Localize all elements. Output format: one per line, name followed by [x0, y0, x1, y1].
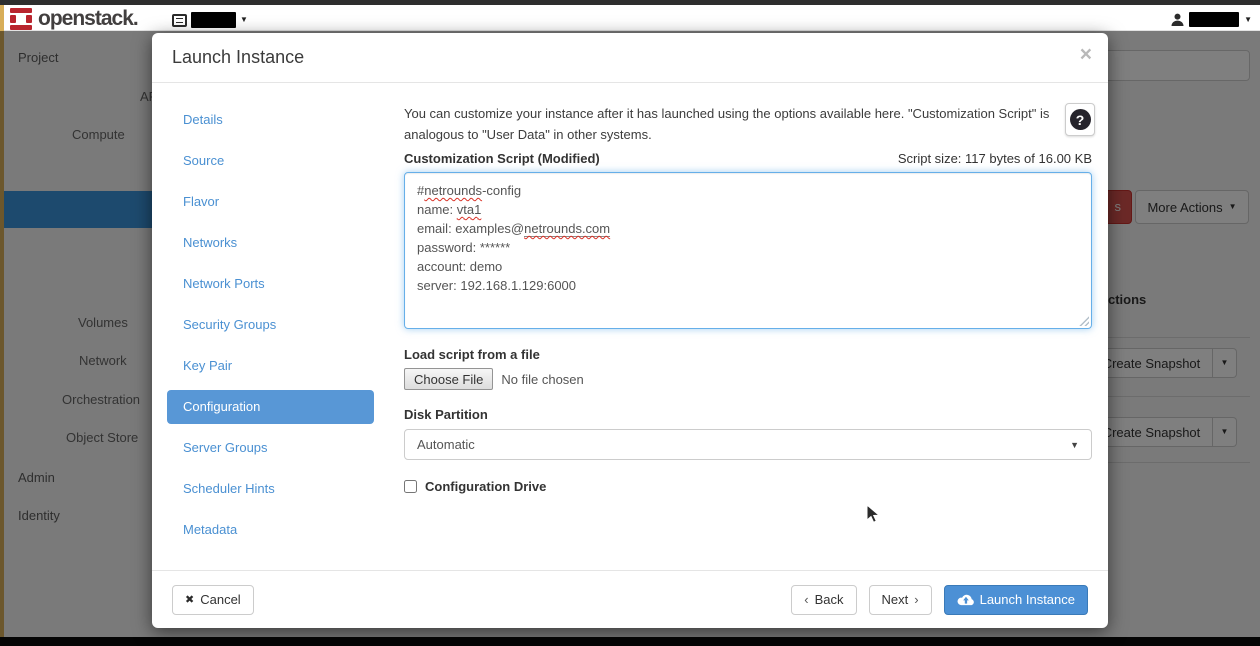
logo-bar-bottom — [10, 25, 32, 30]
load-script-label: Load script from a file — [404, 347, 1095, 362]
configuration-drive-label: Configuration Drive — [425, 479, 546, 494]
customization-script-editor[interactable]: #netrounds-configname: vta1email: exampl… — [404, 172, 1092, 329]
modal-footer: ✖ Cancel ‹ Back Next › Launch Insta — [152, 570, 1108, 628]
logo-nub-right — [26, 15, 32, 23]
wizard-step-details[interactable]: Details — [167, 103, 374, 137]
wizard-step-configuration[interactable]: Configuration — [167, 390, 374, 424]
cancel-label: Cancel — [200, 592, 240, 607]
disk-partition-select[interactable]: Automatic ▼ — [404, 429, 1092, 460]
launch-instance-button[interactable]: Launch Instance — [944, 585, 1088, 615]
disk-partition-value: Automatic — [417, 437, 475, 452]
launch-instance-modal: Launch Instance × Details Source Flavor Net… — [152, 33, 1108, 628]
modal-body: Details Source Flavor Networks Network Ports… — [152, 83, 1108, 570]
close-icon[interactable]: × — [1080, 43, 1092, 67]
script-line: account: demo — [417, 257, 1079, 276]
panel-description: You can customize your instance after it… — [404, 103, 1059, 145]
choose-file-button[interactable]: Choose File — [404, 368, 493, 390]
resize-grip-icon[interactable] — [1078, 315, 1089, 326]
modal-title: Launch Instance — [172, 47, 304, 67]
wizard-step-scheduler-hints[interactable]: Scheduler Hints — [167, 472, 374, 506]
top-navbar: openstack. ▼ ▼ — [4, 5, 1260, 31]
project-name-redacted — [191, 12, 236, 28]
cloud-upload-icon — [957, 593, 974, 606]
cancel-button[interactable]: ✖ Cancel — [172, 585, 254, 615]
script-size-note: Script size: 117 bytes of 16.00 KB — [898, 151, 1092, 166]
wizard-step-source[interactable]: Source — [167, 144, 374, 178]
launch-label: Launch Instance — [980, 592, 1075, 607]
script-line: email: examples@netrounds.com — [417, 219, 1079, 238]
help-button[interactable]: ? — [1065, 103, 1095, 136]
modal-header: Launch Instance × — [152, 33, 1108, 83]
back-label: Back — [815, 592, 844, 607]
chevron-down-icon: ▼ — [240, 16, 248, 24]
project-switcher[interactable]: ▼ — [172, 12, 248, 28]
chevron-down-icon: ▼ — [1070, 440, 1079, 450]
brand-text: openstack. — [38, 8, 138, 30]
disk-partition-label: Disk Partition — [404, 407, 1095, 422]
wizard-steps: Details Source Flavor Networks Network Ports… — [167, 103, 374, 570]
script-line: #netrounds-config — [417, 181, 1079, 200]
script-line: server: 192.168.1.129:6000 — [417, 276, 1079, 295]
next-button[interactable]: Next › — [869, 585, 932, 615]
wizard-step-flavor[interactable]: Flavor — [167, 185, 374, 219]
next-label: Next — [882, 592, 909, 607]
logo-nub-left — [10, 15, 16, 23]
chevron-down-icon: ▼ — [1244, 16, 1252, 24]
wizard-step-security-groups[interactable]: Security Groups — [167, 308, 374, 342]
misspelled-word: netrounds — [424, 183, 482, 198]
wizard-step-metadata[interactable]: Metadata — [167, 513, 374, 547]
customization-script-label: Customization Script (Modified) — [404, 151, 600, 166]
mouse-cursor — [866, 504, 880, 524]
file-chosen-status: No file chosen — [501, 372, 583, 387]
script-line: password: ****** — [417, 238, 1079, 257]
question-circle-icon: ? — [1070, 109, 1091, 130]
chevron-left-icon: ‹ — [804, 592, 808, 607]
configuration-panel: You can customize your instance after it… — [404, 103, 1095, 570]
script-line: name: vta1 — [417, 200, 1079, 219]
wizard-step-server-groups[interactable]: Server Groups — [167, 431, 374, 465]
logo-bar-top — [10, 8, 32, 13]
user-icon — [1171, 13, 1184, 26]
project-switcher-icon — [172, 14, 187, 27]
chevron-right-icon: › — [914, 592, 918, 607]
wizard-step-network-ports[interactable]: Network Ports — [167, 267, 374, 301]
wizard-step-key-pair[interactable]: Key Pair — [167, 349, 374, 383]
user-menu[interactable]: ▼ — [1171, 12, 1252, 27]
misspelled-word: netrounds.com — [524, 221, 610, 237]
openstack-logo-icon — [10, 8, 32, 30]
bottom-chrome-strip — [0, 637, 1260, 646]
misspelled-word: vta1 — [457, 202, 482, 217]
back-button[interactable]: ‹ Back — [791, 585, 856, 615]
openstack-logo: openstack. — [10, 8, 138, 30]
user-name-redacted — [1189, 12, 1239, 27]
screen: openstack. ▼ ▼ Project AP Compute Volume… — [0, 0, 1260, 646]
configuration-drive-checkbox[interactable] — [404, 480, 417, 493]
wizard-step-networks[interactable]: Networks — [167, 226, 374, 260]
description-line-2: analogous to "User Data" in other system… — [404, 127, 652, 142]
description-line-1: You can customize your instance after it… — [404, 106, 1049, 121]
x-icon: ✖ — [185, 593, 194, 606]
